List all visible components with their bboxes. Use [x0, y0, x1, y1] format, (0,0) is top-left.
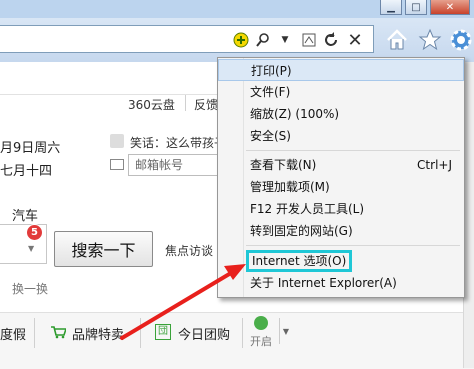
- date-line2: 七月十四: [0, 164, 53, 179]
- maximize-button[interactable]: □: [405, 0, 427, 15]
- minimize-button[interactable]: ▁: [380, 0, 402, 15]
- mail-icon: [110, 159, 124, 170]
- menu-item-dev-tools[interactable]: F12 开发人员工具(L): [218, 198, 464, 220]
- bottom-item-brand-sale[interactable]: 品牌特卖: [72, 324, 124, 343]
- menu-separator: [246, 150, 460, 151]
- open-label[interactable]: 开启: [250, 333, 272, 349]
- mail-input[interactable]: 邮箱帐号: [128, 154, 218, 176]
- date-line1: 月9日周六: [0, 141, 61, 156]
- menu-item-label: 转到固定的网站(G): [250, 224, 353, 238]
- compat-icon[interactable]: [300, 31, 318, 49]
- divider: [185, 95, 186, 111]
- groupbuy-icon: 団: [155, 324, 171, 340]
- tools-menu: 打印(P) 文件(F) 缩放(Z) (100%) 安全(S) 查看下载(N) Ct…: [217, 57, 465, 298]
- divider: [140, 318, 141, 348]
- add-icon[interactable]: [232, 31, 250, 49]
- menu-item-view-downloads[interactable]: 查看下载(N) Ctrl+J: [218, 154, 464, 176]
- close-window-button[interactable]: ✕: [430, 0, 470, 15]
- cart-icon: [50, 325, 68, 339]
- link-feedback[interactable]: 反馈: [194, 96, 218, 113]
- search-button[interactable]: 搜索一下: [54, 231, 153, 267]
- menu-item-pinned-sites[interactable]: 转到固定的网站(G): [218, 220, 464, 242]
- divider: [242, 318, 243, 348]
- menu-item-label: 文件(F): [250, 85, 291, 99]
- window-titlebar: [0, 0, 474, 18]
- menu-item-label: 查看下载(N): [250, 158, 317, 172]
- menu-item-label: 安全(S): [250, 129, 291, 143]
- menu-item-label: 管理加载项(M): [250, 180, 330, 194]
- menu-item-label: 打印(P): [251, 64, 292, 78]
- joke-link[interactable]: 笑话：这么带孩子: [130, 134, 226, 151]
- menu-item-zoom[interactable]: 缩放(Z) (100%): [218, 103, 464, 125]
- refresh-icon[interactable]: [322, 31, 340, 49]
- gear-icon[interactable]: [448, 27, 474, 53]
- open-icon: [254, 316, 268, 330]
- menu-item-label: F12 开发人员工具(L): [250, 202, 365, 216]
- menu-item-manage-addons[interactable]: 管理加载项(M): [218, 176, 464, 198]
- menu-separator: [246, 245, 460, 246]
- menu-item-label: Internet 选项(O): [245, 250, 353, 272]
- menu-item-about-ie[interactable]: 关于 Internet Explorer(A): [218, 272, 464, 294]
- menu-item-shortcut: Ctrl+J: [417, 158, 452, 172]
- link-360cloud[interactable]: 360云盘: [128, 96, 175, 113]
- bottom-item-vacation[interactable]: 度假: [0, 324, 26, 343]
- focus-link[interactable]: 焦点访谈: [165, 242, 213, 259]
- bottom-item-groupbuy[interactable]: 今日团购: [178, 324, 230, 343]
- dropdown-icon[interactable]: ▼: [276, 31, 294, 49]
- home-icon[interactable]: [384, 27, 410, 53]
- joke-icon: [110, 134, 124, 148]
- menu-item-safety[interactable]: 安全(S): [218, 125, 464, 147]
- search-dropdown-icon[interactable]: ▼: [28, 244, 34, 253]
- more-dropdown-icon[interactable]: ▼: [279, 318, 292, 344]
- search-icon[interactable]: [254, 31, 272, 49]
- menu-item-internet-options[interactable]: Internet 选项(O): [218, 250, 464, 272]
- divider: [34, 318, 35, 348]
- menu-item-file[interactable]: 文件(F): [218, 81, 464, 103]
- category-tab[interactable]: 汽车: [12, 205, 38, 224]
- menu-item-print[interactable]: 打印(P): [218, 59, 464, 81]
- close-icon[interactable]: ✕: [346, 30, 364, 51]
- star-icon[interactable]: [417, 27, 443, 53]
- refresh-link[interactable]: 换一换: [12, 280, 48, 297]
- menu-item-label: 缩放(Z) (100%): [250, 107, 340, 121]
- menu-item-label: 关于 Internet Explorer(A): [250, 276, 397, 290]
- notification-badge: 5: [26, 224, 43, 241]
